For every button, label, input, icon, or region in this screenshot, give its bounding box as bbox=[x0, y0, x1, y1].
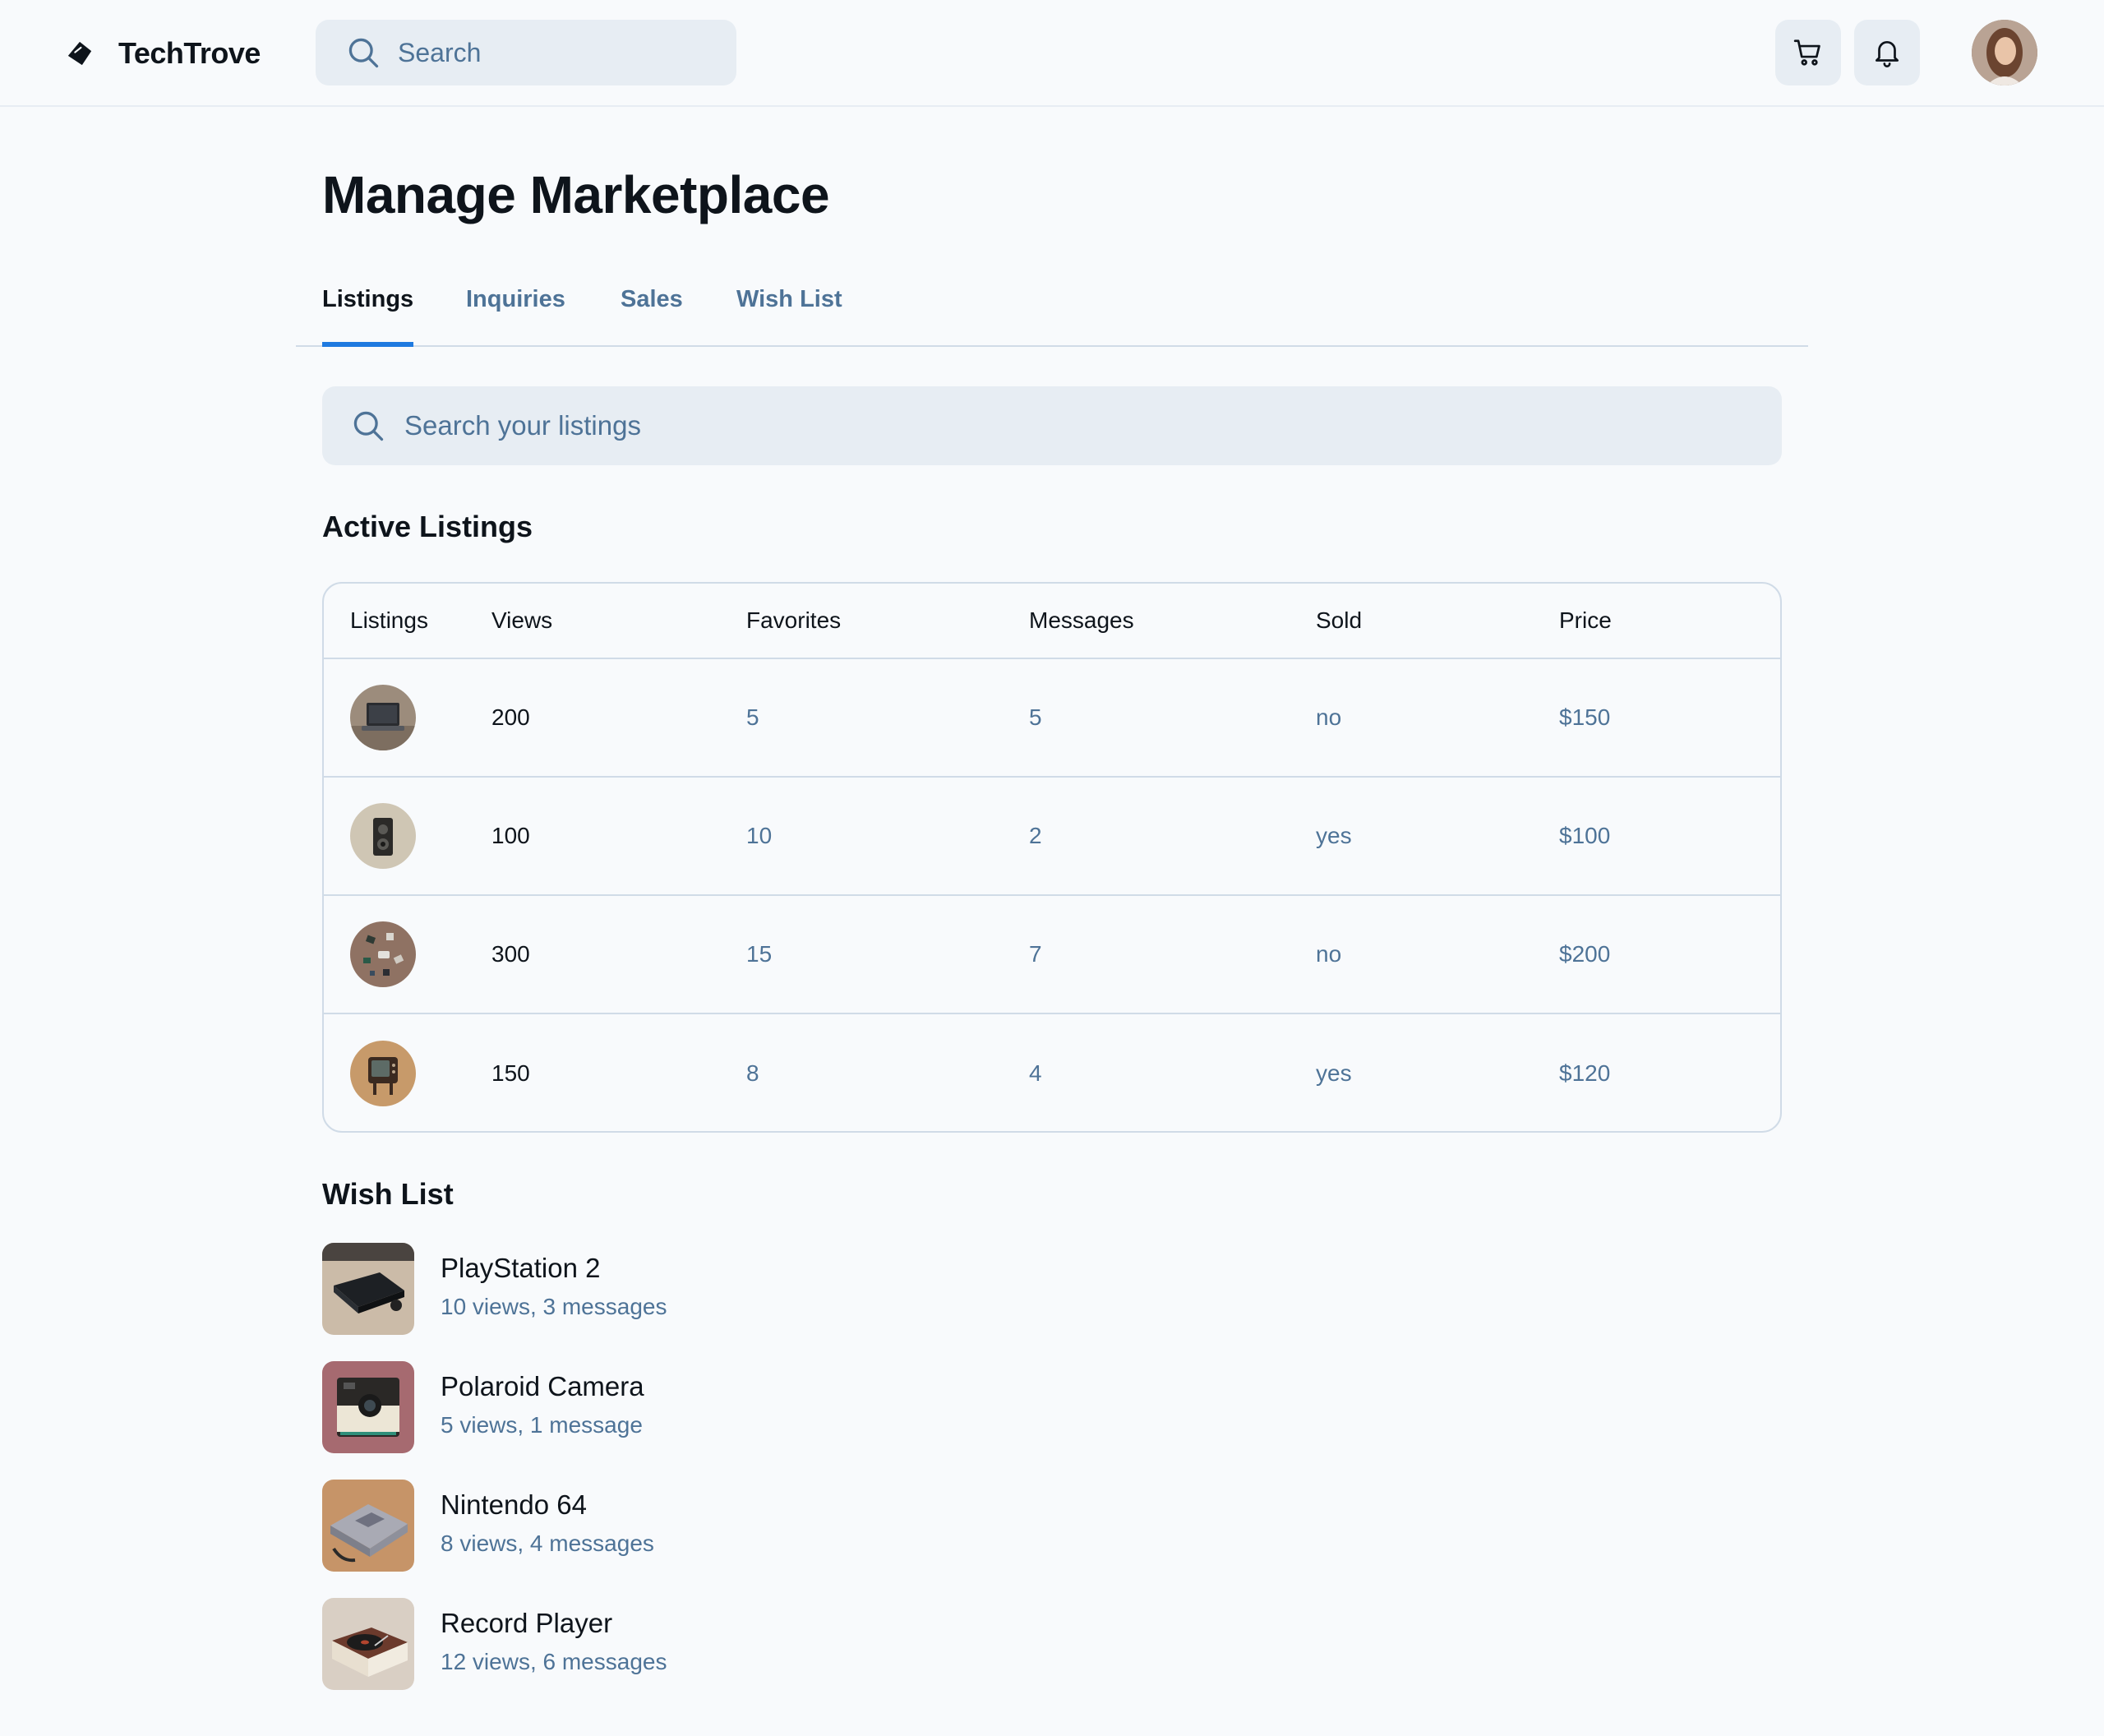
user-avatar[interactable] bbox=[1972, 20, 2037, 85]
wish-item-stats: 12 views, 6 messages bbox=[441, 1649, 667, 1674]
brand-logo[interactable]: TechTrove bbox=[66, 36, 261, 71]
page-title: Manage Marketplace bbox=[322, 165, 830, 224]
favorites-value: 8 bbox=[746, 1060, 759, 1086]
global-search-input[interactable]: Search bbox=[316, 20, 736, 85]
brand-name: TechTrove bbox=[118, 36, 261, 70]
wish-item-name: Record Player bbox=[441, 1608, 613, 1638]
listing-thumbnail-cell bbox=[350, 1014, 416, 1131]
table-header-row: Listings Views Favorites Messages Sold P… bbox=[324, 584, 1780, 659]
favorites-value: 5 bbox=[746, 704, 759, 730]
column-header-favorites: Favorites bbox=[746, 607, 842, 633]
playstation-2-image bbox=[322, 1243, 414, 1335]
wish-list-heading: Wish List bbox=[322, 1177, 454, 1211]
tab-listings[interactable]: Listings bbox=[322, 286, 414, 347]
cart-icon bbox=[1793, 39, 1820, 66]
wish-list-item[interactable]: PlayStation 2 10 views, 3 messages bbox=[322, 1243, 980, 1335]
views-value: 200 bbox=[491, 704, 530, 730]
retro-tv-thumbnail bbox=[350, 1041, 416, 1106]
listing-search-placeholder: Search your listings bbox=[404, 410, 641, 441]
wish-list-item[interactable]: Record Player 12 views, 6 messages bbox=[322, 1598, 980, 1690]
electronic-parts-thumbnail bbox=[350, 921, 416, 987]
listing-thumbnail-cell bbox=[350, 659, 416, 776]
views-value: 100 bbox=[491, 823, 530, 848]
favorites-value: 15 bbox=[746, 941, 773, 967]
active-listings-table: Listings Views Favorites Messages Sold P… bbox=[322, 582, 1782, 1133]
column-header-views: Views bbox=[491, 607, 553, 633]
wish-item-stats: 10 views, 3 messages bbox=[441, 1294, 667, 1319]
table-row[interactable]: 150 8 4 yes $120 bbox=[324, 1014, 1780, 1131]
cart-button[interactable] bbox=[1775, 20, 1841, 85]
table-row[interactable]: 100 10 2 yes $100 bbox=[324, 778, 1780, 896]
column-header-listings: Listings bbox=[350, 607, 428, 633]
search-icon bbox=[348, 38, 379, 68]
top-navigation-bar: TechTrove Search bbox=[0, 0, 2104, 107]
tab-wish-list[interactable]: Wish List bbox=[736, 286, 842, 347]
messages-value: 7 bbox=[1029, 941, 1042, 967]
search-icon bbox=[353, 411, 384, 441]
tab-bar: Listings Inquiries Sales Wish List bbox=[296, 279, 1808, 347]
wish-item-name: PlayStation 2 bbox=[441, 1253, 601, 1283]
price-value: $200 bbox=[1559, 941, 1611, 967]
views-value: 150 bbox=[491, 1060, 530, 1086]
column-header-messages: Messages bbox=[1029, 607, 1134, 633]
messages-value: 5 bbox=[1029, 704, 1042, 730]
column-header-price: Price bbox=[1559, 607, 1612, 633]
table-row[interactable]: 200 5 5 no $150 bbox=[324, 659, 1780, 778]
messages-value: 4 bbox=[1029, 1060, 1042, 1086]
listing-thumbnail-cell bbox=[350, 778, 416, 894]
messages-value: 2 bbox=[1029, 823, 1042, 848]
price-value: $100 bbox=[1559, 823, 1611, 848]
wish-item-name: Polaroid Camera bbox=[441, 1371, 644, 1401]
favorites-value: 10 bbox=[746, 823, 773, 848]
sold-value: no bbox=[1316, 704, 1342, 730]
global-search-placeholder: Search bbox=[398, 37, 482, 67]
polaroid-camera-image bbox=[322, 1361, 414, 1453]
sold-value: no bbox=[1316, 941, 1342, 967]
price-value: $150 bbox=[1559, 704, 1611, 730]
listing-search-input[interactable]: Search your listings bbox=[322, 386, 1782, 465]
sold-value: yes bbox=[1316, 823, 1352, 848]
wish-item-stats: 5 views, 1 message bbox=[441, 1412, 643, 1438]
brand-logo-icon bbox=[67, 41, 92, 66]
tab-sales[interactable]: Sales bbox=[621, 286, 683, 347]
notifications-button[interactable] bbox=[1854, 20, 1920, 85]
wish-list-item[interactable]: Polaroid Camera 5 views, 1 message bbox=[322, 1361, 980, 1453]
tab-inquiries[interactable]: Inquiries bbox=[466, 286, 565, 347]
column-header-sold: Sold bbox=[1316, 607, 1363, 633]
views-value: 300 bbox=[491, 941, 530, 967]
wish-list-item[interactable]: Nintendo 64 8 views, 4 messages bbox=[322, 1480, 980, 1572]
avatar-photo bbox=[1972, 20, 2037, 85]
vintage-camera-thumbnail bbox=[350, 803, 416, 869]
wish-item-stats: 8 views, 4 messages bbox=[441, 1531, 654, 1556]
listing-thumbnail-cell bbox=[350, 896, 416, 1013]
active-listings-heading: Active Listings bbox=[322, 510, 533, 543]
laptop-thumbnail bbox=[350, 685, 416, 750]
price-value: $120 bbox=[1559, 1060, 1611, 1086]
sold-value: yes bbox=[1316, 1060, 1352, 1086]
record-player-image bbox=[322, 1598, 414, 1690]
wish-item-name: Nintendo 64 bbox=[441, 1489, 587, 1520]
table-row[interactable]: 300 15 7 no $200 bbox=[324, 896, 1780, 1014]
nintendo-64-image bbox=[322, 1480, 414, 1572]
bell-icon bbox=[1875, 40, 1899, 67]
